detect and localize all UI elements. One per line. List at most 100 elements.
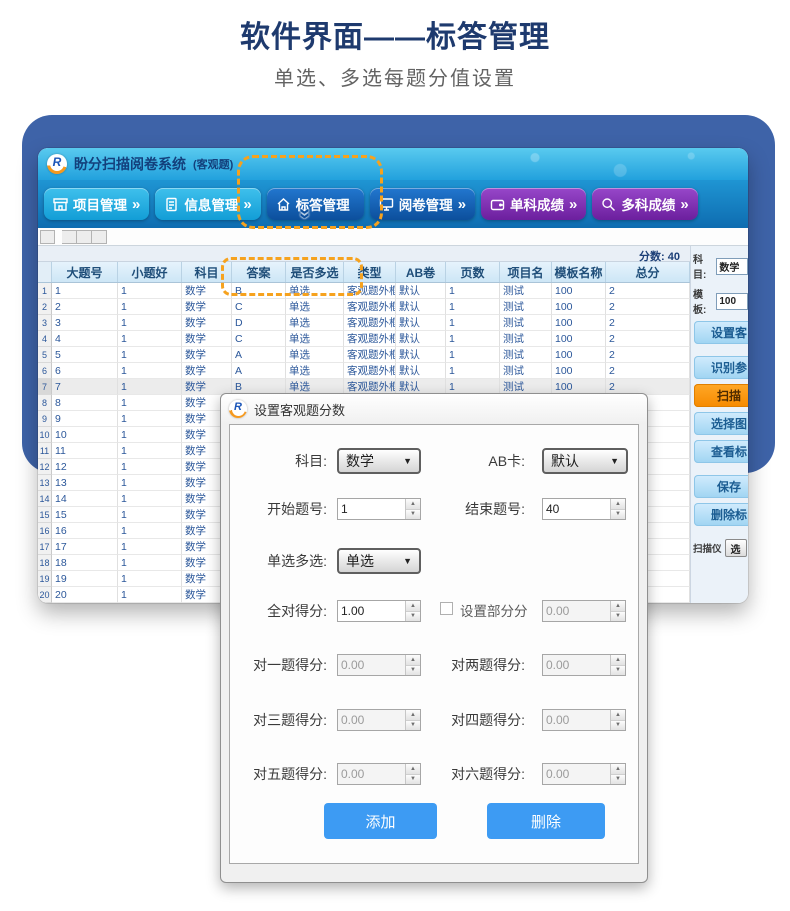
score5-input[interactable] [338, 764, 405, 784]
table-row[interactable]: 551数学A单选客观题外框默认1测试1002 [38, 347, 690, 363]
nav-info-management[interactable]: 信息管理 » [155, 188, 260, 220]
view-answer-button[interactable]: 查看标 [694, 440, 748, 463]
set-objective-button[interactable]: 设置客 [694, 321, 748, 344]
score2-stepper[interactable]: ▲▼ [542, 654, 626, 676]
score3-input[interactable] [338, 710, 405, 730]
table-cell: 2 [606, 331, 690, 347]
table-cell: 1 [118, 539, 182, 555]
column-header[interactable]: 大题号 [52, 262, 118, 282]
column-header[interactable]: 小题好 [118, 262, 182, 282]
subject-dropdown[interactable]: 数学 ▼ [337, 448, 421, 474]
spinner-arrows[interactable]: ▲▼ [610, 710, 625, 730]
spinner-arrows[interactable]: ▲▼ [405, 499, 420, 519]
spinner-arrows[interactable]: ▲▼ [610, 499, 625, 519]
column-header[interactable]: 科目 [182, 262, 232, 282]
total-score-label: 分数: 40 [639, 248, 680, 264]
column-header[interactable]: AB卷 [396, 262, 446, 282]
table-cell: 6 [52, 363, 118, 379]
start-number-input[interactable] [338, 499, 405, 519]
tab-box[interactable] [77, 230, 92, 244]
nav-project-management[interactable]: 项目管理 » [44, 188, 149, 220]
score6-input[interactable] [543, 764, 610, 784]
score3-stepper[interactable]: ▲▼ [337, 709, 421, 731]
template-input[interactable]: 100 [716, 293, 748, 310]
table-cell: 客观题外框 [344, 331, 396, 347]
column-header[interactable]: 总分 [606, 262, 690, 282]
table-cell: 1 [446, 315, 500, 331]
start-number-stepper[interactable]: ▲▼ [337, 498, 421, 520]
partial-score-checkbox[interactable] [440, 602, 453, 615]
column-header[interactable]: 答案 [232, 262, 286, 282]
score1-stepper[interactable]: ▲▼ [337, 654, 421, 676]
delete-answer-button[interactable]: 删除标 [694, 503, 748, 526]
table-cell: 1 [446, 283, 500, 299]
scanner-select-button[interactable]: 选 [725, 539, 747, 557]
row-number: 20 [38, 587, 52, 603]
spinner-arrows[interactable]: ▲▼ [610, 655, 625, 675]
table-cell: 测试 [500, 363, 552, 379]
row-number: 10 [38, 427, 52, 443]
column-header[interactable]: 页数 [446, 262, 500, 282]
column-header[interactable]: 模板名称 [552, 262, 606, 282]
nav-multi-subject-score[interactable]: 多科成绩 » [592, 188, 697, 220]
scan-button[interactable]: 扫描 [694, 384, 748, 407]
spinner-arrows[interactable]: ▲▼ [610, 601, 625, 621]
choice-mode-dropdown[interactable]: 单选 ▼ [337, 548, 421, 574]
score4-stepper[interactable]: ▲▼ [542, 709, 626, 731]
partial-score-stepper[interactable]: ▲▼ [542, 600, 626, 622]
tab-box[interactable] [40, 230, 55, 244]
delete-button[interactable]: 删除 [487, 803, 605, 839]
column-header[interactable]: 项目名 [500, 262, 552, 282]
column-header[interactable]: 是否多选 [286, 262, 344, 282]
nav-marking-management[interactable]: 阅卷管理 » [370, 188, 475, 220]
score2-input[interactable] [543, 655, 610, 675]
score4-input[interactable] [543, 710, 610, 730]
score1-label: 对一题得分: [220, 654, 327, 676]
table-cell: 1 [118, 475, 182, 491]
score6-stepper[interactable]: ▲▼ [542, 763, 626, 785]
table-cell: 100 [552, 283, 606, 299]
subject-dropdown[interactable]: 数学 [716, 258, 748, 275]
ab-card-dropdown[interactable]: 默认 ▼ [542, 448, 628, 474]
tab-box[interactable] [62, 230, 77, 244]
template-label: 模板: [693, 286, 714, 316]
spinner-arrows[interactable]: ▲▼ [610, 764, 625, 784]
tab-box[interactable] [92, 230, 107, 244]
column-header[interactable]: 类型 [344, 262, 396, 282]
select-image-button[interactable]: 选择图 [694, 412, 748, 435]
end-number-stepper[interactable]: ▲▼ [542, 498, 626, 520]
score6-label: 对六题得分: [415, 763, 525, 785]
ab-card-value: 默认 [551, 451, 579, 471]
table-row[interactable]: 441数学C单选客观题外框默认1测试1002 [38, 331, 690, 347]
full-score-stepper[interactable]: ▲▼ [337, 600, 421, 622]
table-row[interactable]: 661数学A单选客观题外框默认1测试1002 [38, 363, 690, 379]
table-cell: 2 [606, 299, 690, 315]
nav-single-subject-score[interactable]: 单科成绩 » [481, 188, 586, 220]
table-row[interactable]: 111数学B单选客观题外框默认1测试1002 [38, 283, 690, 299]
nav-label: 标答管理 [296, 194, 350, 214]
nav-label: 项目管理 [73, 194, 127, 214]
score5-stepper[interactable]: ▲▼ [337, 763, 421, 785]
table-cell: 1 [118, 299, 182, 315]
spinner-arrows[interactable]: ▲▼ [405, 601, 420, 621]
save-button[interactable]: 保存 [694, 475, 748, 498]
add-button[interactable]: 添加 [324, 803, 437, 839]
table-row[interactable]: 221数学C单选客观题外框默认1测试1002 [38, 299, 690, 315]
score1-input[interactable] [338, 655, 405, 675]
table-cell: 1 [118, 459, 182, 475]
table-row[interactable]: 331数学D单选客观题外框默认1测试1002 [38, 315, 690, 331]
score5-label: 对五题得分: [220, 763, 327, 785]
full-score-input[interactable] [338, 601, 405, 621]
table-cell: 11 [52, 443, 118, 459]
table-cell: 测试 [500, 347, 552, 363]
nav-answer-management[interactable]: 标答管理 [267, 188, 364, 220]
partial-score-input[interactable] [543, 601, 610, 621]
end-number-input[interactable] [543, 499, 610, 519]
table-cell: 2 [606, 363, 690, 379]
row-number: 2 [38, 299, 52, 315]
table-cell: 1 [118, 411, 182, 427]
right-sidebar: 科目: 数学 模板: 100 设置客 识别参 扫描 选择图 查看标 保存 删除标… [690, 246, 748, 603]
table-cell: 2 [606, 347, 690, 363]
recognition-params-button[interactable]: 识别参 [694, 356, 748, 379]
table-cell: 100 [552, 315, 606, 331]
